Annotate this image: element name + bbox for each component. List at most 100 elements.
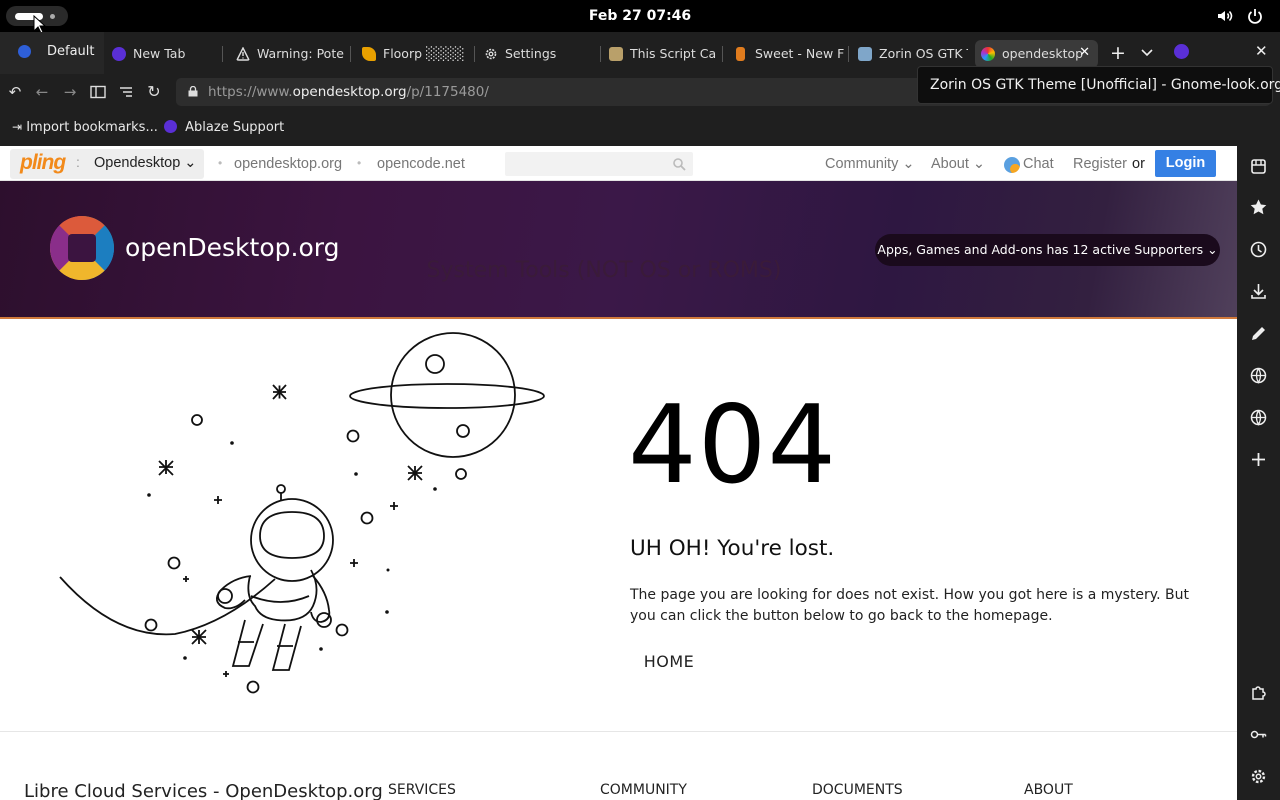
settings-gear-icon[interactable] bbox=[1249, 767, 1268, 786]
error-description: The page you are looking for does not ex… bbox=[630, 587, 1189, 624]
or-text: or bbox=[1132, 156, 1145, 172]
search-icon[interactable] bbox=[672, 157, 686, 171]
tab-separator bbox=[474, 46, 475, 62]
web-content: pling : Opendesktop ⌄ • opendesktop.org … bbox=[0, 146, 1237, 800]
link-opencode[interactable]: opencode.net bbox=[377, 156, 465, 172]
workspace-button[interactable]: Default bbox=[0, 32, 104, 74]
extensions-icon[interactable] bbox=[1249, 683, 1268, 702]
footer-heading-community: COMMUNITY bbox=[600, 782, 687, 798]
menu-chat[interactable]: Chat bbox=[1023, 156, 1054, 172]
tab-separator bbox=[722, 46, 723, 62]
tab-opendesktop[interactable]: opendesktop ✕ bbox=[975, 40, 1098, 68]
site-navbar: pling : Opendesktop ⌄ • opendesktop.org … bbox=[0, 146, 1237, 181]
volume-icon[interactable] bbox=[1216, 7, 1234, 25]
gear-icon bbox=[485, 48, 497, 60]
workspace-icon bbox=[18, 45, 31, 58]
tab-list-icon[interactable] bbox=[1140, 45, 1154, 59]
tab-separator bbox=[222, 46, 223, 62]
pling-icon bbox=[736, 47, 745, 61]
tab-settings[interactable]: Settings bbox=[478, 40, 594, 68]
browser-sidebar bbox=[1237, 146, 1280, 800]
reload-icon[interactable]: ↻ bbox=[145, 83, 163, 101]
footer-divider bbox=[0, 731, 1237, 732]
download-icon[interactable] bbox=[1249, 282, 1268, 301]
register-link[interactable]: Register bbox=[1073, 156, 1127, 172]
power-icon[interactable] bbox=[1246, 7, 1264, 25]
undo-close-icon[interactable]: ↶ bbox=[6, 83, 24, 101]
bookmark-label: Ablaze Support bbox=[185, 120, 285, 135]
clock[interactable]: Feb 27 07:46 bbox=[0, 0, 1280, 32]
workspace-label: Default bbox=[47, 44, 95, 59]
link-separator: • bbox=[218, 156, 223, 170]
tab-warning[interactable]: Warning: Poten bbox=[230, 40, 344, 68]
home-button[interactable]: HOME bbox=[630, 646, 708, 678]
brand-switcher[interactable]: pling : Opendesktop ⌄ bbox=[10, 149, 204, 179]
floorp-icon bbox=[164, 120, 177, 133]
tab-separator bbox=[600, 46, 601, 62]
footer-heading-about: ABOUT bbox=[1024, 782, 1073, 798]
passwords-key-icon[interactable] bbox=[1249, 725, 1268, 744]
url-text[interactable]: https://www.opendesktop.org/p/1175480/ bbox=[208, 84, 489, 100]
supporters-dropdown[interactable]: Apps, Games and Add-ons has 12 active Su… bbox=[875, 234, 1220, 266]
tab-label: opendesktop bbox=[1002, 46, 1084, 61]
tree-tabs-icon[interactable] bbox=[117, 83, 135, 101]
bookmarks-panel-icon[interactable] bbox=[1249, 157, 1268, 176]
brand-select[interactable]: Opendesktop ⌄ bbox=[94, 155, 196, 171]
star-icon[interactable] bbox=[1249, 198, 1268, 217]
footer-heading-services: SERVICES bbox=[388, 782, 456, 798]
tab-zorin[interactable]: Zorin OS GTK T bbox=[852, 40, 968, 68]
link-separator: • bbox=[357, 156, 362, 170]
bookmark-label: Import bookmarks... bbox=[26, 120, 158, 135]
new-tab-button[interactable]: + bbox=[1110, 42, 1126, 64]
close-window-button[interactable]: ✕ bbox=[1255, 42, 1268, 60]
sidebar-toggle-icon[interactable] bbox=[89, 83, 107, 101]
tab-new-tab[interactable]: New Tab bbox=[106, 40, 218, 68]
warning-icon bbox=[236, 47, 250, 61]
gnome-look-icon bbox=[858, 47, 872, 61]
history-icon[interactable] bbox=[1249, 240, 1268, 259]
floorp-icon bbox=[112, 47, 126, 61]
bookmark-import[interactable]: ⇥ Import bookmarks... bbox=[12, 120, 158, 135]
notes-pencil-icon[interactable] bbox=[1249, 324, 1268, 343]
close-tab-icon[interactable]: ✕ bbox=[1079, 45, 1090, 60]
tab-label: New Tab bbox=[133, 46, 186, 61]
tab-tooltip: Zorin OS GTK Theme [Unofficial] - Gnome-… bbox=[917, 66, 1280, 104]
add-panel-icon[interactable] bbox=[1249, 450, 1268, 469]
forward-icon[interactable]: → bbox=[61, 83, 79, 101]
web-panel-globe-icon[interactable] bbox=[1249, 408, 1268, 427]
system-top-bar: Feb 27 07:46 bbox=[0, 0, 1280, 34]
footer-heading-documents: DOCUMENTS bbox=[812, 782, 903, 798]
floorp-leaf-icon bbox=[362, 47, 376, 61]
link-opendesktop[interactable]: opendesktop.org bbox=[234, 156, 342, 172]
bookmark-ablaze[interactable]: Ablaze Support bbox=[164, 120, 284, 135]
tab-label: Warning: Poten bbox=[257, 46, 344, 61]
chat-icon[interactable] bbox=[1004, 157, 1020, 173]
error-headline: UH OH! You're lost. bbox=[630, 536, 835, 561]
astronaut-illustration bbox=[59, 332, 545, 694]
error-code: 404 bbox=[628, 383, 838, 508]
tab-separator bbox=[848, 46, 849, 62]
bookmarks-bar: ⇥ Import bookmarks... Ablaze Support bbox=[0, 110, 1280, 146]
tab-script[interactable]: This Script Can bbox=[603, 40, 717, 68]
floorp-menu-icon[interactable] bbox=[1174, 44, 1189, 59]
tab-label: Zorin OS GTK T bbox=[879, 46, 968, 61]
site-banner: openDesktop.org System Tools (NOT OS or … bbox=[0, 181, 1237, 319]
menu-about[interactable]: About ⌄ bbox=[931, 156, 985, 172]
site-search-input[interactable] bbox=[505, 152, 693, 176]
tab-sweet[interactable]: Sweet - New Fl bbox=[728, 40, 844, 68]
tab-floorp[interactable]: Floorp ░░░░ bbox=[356, 40, 470, 68]
back-icon[interactable]: ← bbox=[33, 83, 51, 101]
pling-logo[interactable]: pling bbox=[20, 151, 66, 175]
web-panel-globe-icon[interactable] bbox=[1249, 366, 1268, 385]
footer-title: Libre Cloud Services - OpenDesktop.org bbox=[24, 781, 383, 800]
script-icon bbox=[609, 47, 623, 61]
tab-label: This Script Can bbox=[630, 46, 717, 61]
login-button[interactable]: Login bbox=[1155, 150, 1216, 177]
menu-community[interactable]: Community ⌄ bbox=[825, 156, 915, 172]
import-icon: ⇥ bbox=[12, 120, 23, 134]
tab-label: Floorp ░░░░ bbox=[383, 46, 465, 61]
tab-label: Sweet - New Fl bbox=[755, 46, 844, 61]
tab-separator bbox=[350, 46, 351, 62]
opendesktop-icon bbox=[981, 47, 995, 61]
lock-icon bbox=[188, 86, 198, 97]
